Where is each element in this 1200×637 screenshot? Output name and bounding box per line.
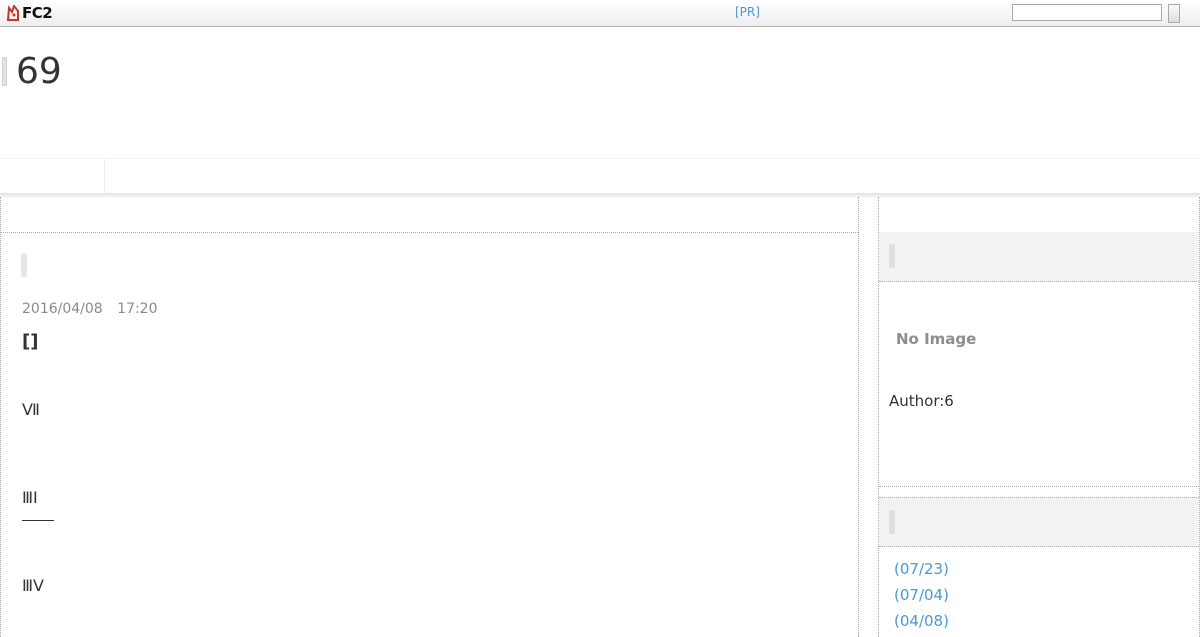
entry-text-line: Ⅶ xyxy=(22,400,40,419)
pr-link[interactable]: [PR] xyxy=(735,5,760,19)
plugin-header-marker xyxy=(889,244,895,268)
text-underline xyxy=(22,520,54,521)
entry-text-line: ⅢⅤ xyxy=(22,576,44,595)
entry-text-line: ⅢⅠ xyxy=(22,488,38,507)
profile-plugin-body: No Image Author:6 xyxy=(879,282,1199,487)
search-button[interactable] xyxy=(1168,4,1180,23)
recent-entry-link[interactable]: (04/08) xyxy=(894,608,949,634)
entry-title[interactable]: [] xyxy=(22,331,38,352)
profile-plugin-header xyxy=(879,232,1199,282)
recent-entry-link[interactable]: (07/04) xyxy=(894,582,949,608)
archive-plugin-header xyxy=(879,497,1199,547)
no-image-placeholder: No Image xyxy=(896,330,977,348)
main-column-top xyxy=(1,197,858,233)
recent-entries-list: (07/23) (07/04) (04/08) xyxy=(894,556,949,634)
fc2-header-bar: FC2 [PR] xyxy=(0,0,1200,27)
author-label: Author:6 xyxy=(889,392,954,410)
column-gutter xyxy=(859,197,879,637)
sidebar: No Image Author:6 (07/23) (07/04) (04/08… xyxy=(878,197,1200,637)
title-marker xyxy=(2,57,7,86)
fc2-logo-text: FC2 xyxy=(22,4,53,22)
recent-entry-link[interactable]: (07/23) xyxy=(894,556,949,582)
sidebar-top xyxy=(879,197,1199,233)
main-column: 2016/04/08 17:20 [] Ⅶ ⅢⅠ ⅢⅤ xyxy=(0,197,859,637)
plugin-header-marker xyxy=(889,510,895,534)
nav-separator xyxy=(104,159,105,195)
global-nav xyxy=(0,158,1200,195)
fc2-fox-icon xyxy=(6,5,19,21)
entry-date: 2016/04/08 17:20 xyxy=(22,301,158,317)
fc2-logo[interactable]: FC2 xyxy=(6,4,53,22)
entry-marker xyxy=(21,253,27,277)
search-input[interactable] xyxy=(1012,4,1162,21)
blog-title[interactable]: 69 xyxy=(16,50,62,94)
